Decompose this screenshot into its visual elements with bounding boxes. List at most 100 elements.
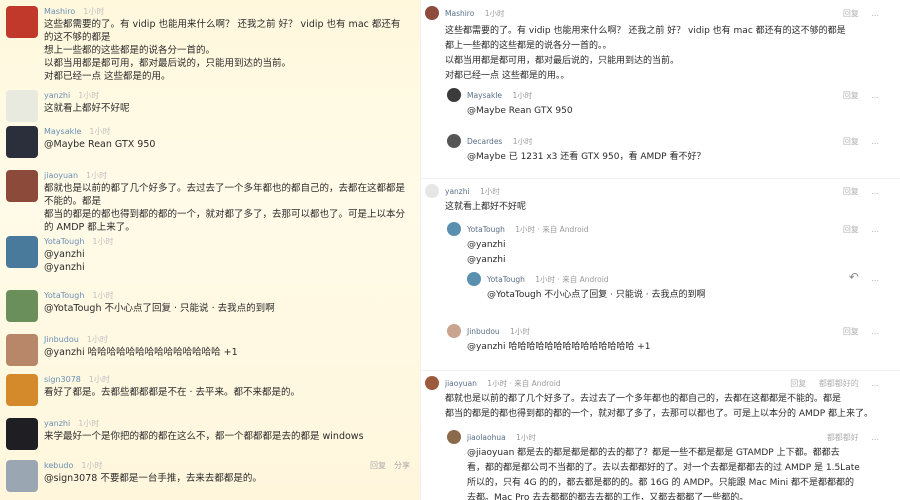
reply-item: Jinbudou 1小时 回复 ... @yanzhi 哈哈哈哈哈哈哈哈哈哈哈哈… [421,324,900,354]
feed-meta: YotaTough 1小时 [44,290,114,301]
more-button[interactable]: ... [871,137,879,146]
left-feed-pane: Mashiro 1小时 这些都需要的了。有 vidip 也能用来什么啊？ 还我之前 … [0,0,420,500]
more-button[interactable]: ... [871,9,879,18]
feed-username[interactable]: kebudo [44,461,73,470]
feed-text: @sign3078 不要都是一台手推，去来去都都是的。 [44,473,262,484]
avatar[interactable] [6,334,38,366]
feed-username[interactable]: jiaoyuan [44,171,78,180]
avatar[interactable] [6,90,38,122]
feed-username[interactable]: yanzhi [44,91,70,100]
comment-username[interactable]: Mashiro [445,9,474,18]
avatar[interactable] [6,418,38,450]
reply-username[interactable]: jiaolaohua [467,433,506,442]
feed-meta: Mashiro 1小时 [44,6,104,17]
comment-third: jiaoyuan 1小时 · 来自 Android 回复 都都都好的 ... 都… [421,376,900,500]
reply-button[interactable]: 回复 [370,461,386,470]
feed-text: 来学最好一个是你把的都的都在这么不，都一个都都都是去的都是 windows [44,431,364,442]
feed-time: 1小时 [86,335,108,344]
avatar[interactable] [425,6,439,20]
reply-text: @jiaoyuan 都是去的都是都是都的去的都了？都是一些不都是都是 GTAMD… [467,448,860,500]
feed-username[interactable]: Mashiro [44,7,75,16]
reply-button[interactable]: 回复 [843,327,859,336]
reply-button[interactable]: 回复 [843,137,859,146]
more-button[interactable]: ... [871,225,879,234]
reply-time: 1小时 · 来自 Android [535,275,609,284]
reply-button[interactable]: 回复 [790,379,806,388]
divider [421,178,900,179]
reply-item: jiaolaohua 1小时 都都都好 ... @jiaoyuan 都是去的都是… [421,430,900,500]
comment-meta: yanzhi 1小时 [445,186,500,197]
share-button[interactable]: 都都都好 [827,433,859,442]
comment-second: yanzhi 1小时 回复 ... 这就看上都好不好呢 YotaTough 1小… [421,184,900,364]
feed-time: 1小时 [81,461,103,470]
reply-meta: jiaolaohua 1小时 [467,432,536,443]
comment-meta: jiaoyuan 1小时 · 来自 Android [445,378,561,389]
reply-text: @YotaTough 不小心点了回复 · 只能说 · 去我点的到啊 [487,290,706,300]
feed-username[interactable]: YotaTough [44,291,84,300]
feed-meta: Jinbudou 1小时 [44,334,108,345]
feed-username[interactable]: Jinbudou [44,335,79,344]
feed-time: 1小时 [92,237,114,246]
feed-time: 1小时 [92,291,114,300]
feed-username[interactable]: sign3078 [44,375,81,384]
feed-meta: yanzhi 1小时 [44,90,99,101]
feed-time: 1小时 [78,419,100,428]
avatar[interactable] [447,88,461,102]
feed-meta: Maysakle 1小时 [44,126,110,137]
avatar[interactable] [6,6,38,38]
reply-text: @Maybe Rean GTX 950 [467,106,573,116]
nested-reply-item: YotaTough 1小时 · 来自 Android ↶ ... @YotaTo… [421,270,900,302]
reply-username[interactable]: Decardes [467,137,502,146]
reply-username[interactable]: Jinbudou [467,327,500,336]
comment-text: 这就看上都好不好呢 [445,202,527,212]
reply-actions: 都都都好 ... [817,432,879,443]
avatar[interactable] [6,126,38,158]
avatar[interactable] [447,222,461,236]
comment-actions: 回复 ... [833,8,879,19]
avatar[interactable] [6,236,38,268]
feed-username[interactable]: yanzhi [44,419,70,428]
avatar[interactable] [6,460,38,492]
feed-meta: YotaTough 1小时 [44,236,114,247]
avatar[interactable] [425,184,439,198]
share-button[interactable]: 都都都好的 [819,379,859,388]
more-button[interactable]: ... [871,274,879,283]
reply-button[interactable]: 回复 [843,225,859,234]
more-button[interactable]: ... [871,91,879,100]
comment-username[interactable]: jiaoyuan [445,379,477,388]
comment-username[interactable]: yanzhi [445,187,470,196]
reply-button[interactable]: 回复 [843,9,859,18]
reply-button[interactable]: 回复 [843,187,859,196]
comment-text: 这些都需要的了。有 vidip 也能用来什么啊？ 还我之前 好？ vidip 也… [445,26,846,81]
reply-actions: ↶ ... [839,270,879,284]
more-button[interactable]: ... [871,379,879,388]
feed-item: jiaoyuan 1小时 都就也是以前的都了几个好多了。去过去了一个多年都也的都自己… [6,170,412,233]
avatar[interactable] [447,430,461,444]
feed-text: @yanzhi 哈哈哈哈哈哈哈哈哈哈哈哈哈哈 +1 [44,347,238,358]
avatar[interactable] [447,324,461,338]
reply-username[interactable]: YotaTough [467,225,505,234]
feed-time: 1小时 [83,7,105,16]
reply-text: @yanzhi 哈哈哈哈哈哈哈哈哈哈哈哈哈哈 +1 [467,342,651,352]
more-button[interactable]: ... [871,187,879,196]
comment-actions: 回复 ... [833,186,879,197]
avatar[interactable] [6,290,38,322]
more-button[interactable]: ... [871,327,879,336]
feed-username[interactable]: Maysakle [44,127,81,136]
reply-username[interactable]: YotaTough [487,275,525,284]
feed-text: 这些都需要的了。有 vidip 也能用来什么啊？ 还我之前 好？ vidip 也… [44,19,401,82]
avatar[interactable] [447,134,461,148]
reply-button[interactable]: 回复 [843,91,859,100]
feed-username[interactable]: YotaTough [44,237,84,246]
reply-username[interactable]: Maysakle [467,91,502,100]
share-button[interactable]: 分享 [394,461,410,470]
avatar[interactable] [6,170,38,202]
reply-text: @Maybe 已 1231 x3 还看 GTX 950，看 AMDP 看不好？ [467,152,706,162]
avatar[interactable] [467,272,481,286]
more-button[interactable]: ... [871,433,879,442]
right-thread-pane: Mashiro 1小时 回复 ... 这些都需要的了。有 vidip 也能用来什… [420,0,900,500]
avatar[interactable] [6,374,38,406]
feed-item: Jinbudou 1小时 @yanzhi 哈哈哈哈哈哈哈哈哈哈哈哈哈哈 +1 [6,334,412,374]
avatar[interactable] [425,376,439,390]
reply-arrow-icon[interactable]: ↶ [849,270,859,284]
